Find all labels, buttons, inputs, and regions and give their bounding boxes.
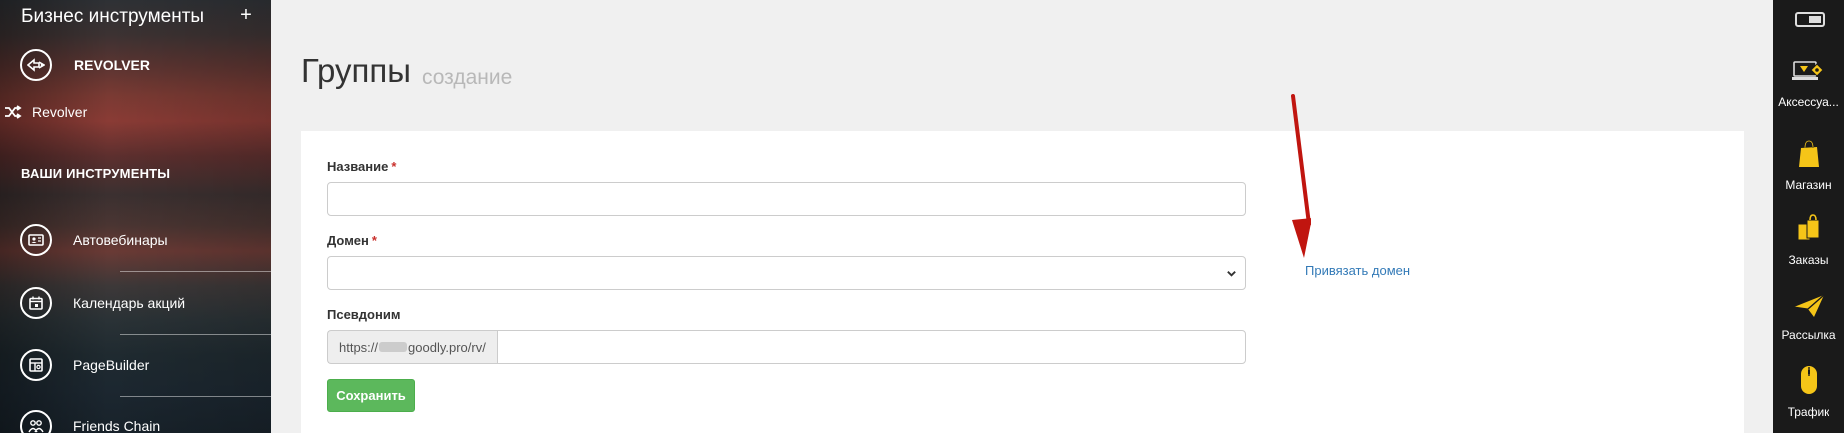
rightbar-item-shop[interactable]: Магазин [1773,139,1844,192]
accessories-icon [1790,58,1828,91]
right-toolbar: Аксессуа... Магазин Заказы Рассылка Траф… [1773,0,1844,433]
rightbar-item-label: Рассылка [1781,328,1836,342]
sidebar-title: Бизнес инструменты [21,6,205,27]
page-subtitle: создание [422,66,513,89]
calendar-icon [20,287,52,319]
rightbar-item-label: Трафик [1787,405,1830,419]
sidebar-item-label: Revolver [32,104,88,120]
sidebar: Бизнес инструменты + REVOLVER Revolver В… [0,0,271,433]
sidebar-divider [120,271,271,272]
traffic-mouse-icon [1798,364,1820,401]
main-content: Группы создание Название * Домен * Привяза… [271,0,1773,433]
friends-icon [20,410,52,433]
sidebar-item-revolver-header[interactable]: REVOLVER [0,41,271,89]
shuffle-icon [4,105,22,119]
sidebar-item-label: Friends Chain [73,418,161,433]
rightbar-item-accessories[interactable]: Аксессуа... [1773,58,1844,109]
add-tool-button[interactable]: + [236,4,256,27]
page-title: Группы [301,52,411,89]
sidebar-divider [120,334,271,335]
sidebar-item-label: Автовебинары [73,232,168,248]
rightbar-item-orders[interactable]: Заказы [1773,214,1844,267]
rightbar-item-label: Аксессуа... [1778,95,1839,109]
domain-select[interactable] [327,256,1246,290]
required-mark: * [391,159,397,174]
pagebuilder-icon [20,349,52,381]
sidebar-item-label: REVOLVER [74,57,150,73]
sidebar-item-revolver[interactable]: Revolver [0,99,271,125]
redacted-block [379,342,408,352]
domain-field-label: Домен * [327,233,377,248]
alias-field-label: Псевдоним [327,307,401,322]
sidebar-item-autowebinars[interactable]: Автовебинары [0,216,271,264]
webinar-icon [20,224,52,256]
annotation-arrow-icon [1291,94,1311,258]
sidebar-section-title: ВАШИ ИНСТРУМЕНТЫ [21,166,171,181]
name-field[interactable] [327,182,1246,216]
save-button[interactable]: Сохранить [327,379,415,412]
sidebar-item-label: Календарь акций [73,295,186,311]
rightbar-item-label: Магазин [1785,178,1832,192]
panel-toggle-icon[interactable] [1795,12,1825,27]
shop-bag-icon [1796,139,1822,174]
rightbar-item-traffic[interactable]: Трафик [1773,364,1844,419]
sidebar-item-friends-chain[interactable]: Friends Chain [0,402,271,433]
required-mark: * [371,233,377,248]
mailing-icon [1792,291,1826,324]
chevron-down-icon [1226,268,1237,279]
alias-url-prefix: https://goodly.pro/rv/ [327,330,497,364]
orders-icon [1795,214,1823,249]
group-create-form: Название * Домен * Привязать домен Псевдон… [301,131,1744,433]
alias-field[interactable] [496,330,1246,364]
name-field-label: Название * [327,159,397,174]
rightbar-item-label: Заказы [1788,253,1829,267]
sidebar-item-calendar[interactable]: Календарь акций [0,279,271,327]
bind-domain-link[interactable]: Привязать домен [1305,263,1410,278]
sidebar-item-label: PageBuilder [73,357,150,373]
alias-input-group: https://goodly.pro/rv/ [327,330,1246,364]
sidebar-divider [120,396,271,397]
sidebar-item-pagebuilder[interactable]: PageBuilder [0,341,271,389]
rightbar-item-mailing[interactable]: Рассылка [1773,291,1844,342]
revolver-icon [20,49,52,81]
